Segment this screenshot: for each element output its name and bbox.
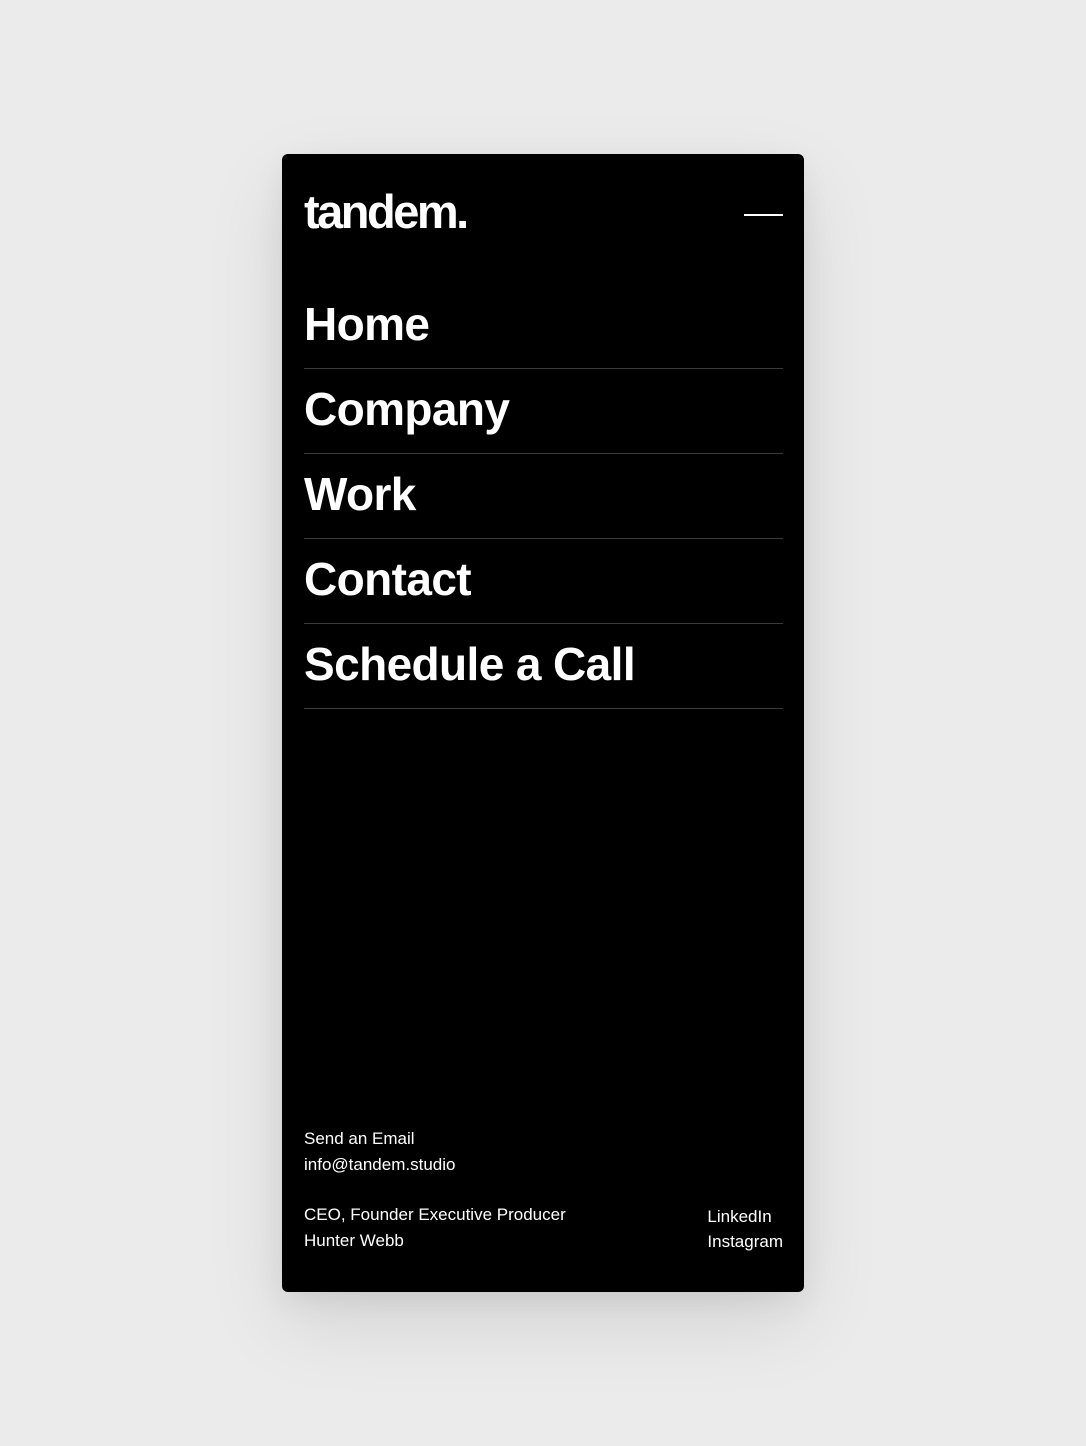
footer-email-block: Send an Email info@tandem.studio	[304, 1126, 455, 1178]
nav-item-work: Work	[304, 454, 783, 539]
credit-role: CEO, Founder Executive Producer	[304, 1205, 566, 1224]
social-links: LinkedIn Instagram	[707, 1204, 783, 1254]
nav-item-home: Home	[304, 284, 783, 369]
nav-link-company[interactable]: Company	[304, 381, 510, 437]
brand-logo[interactable]: tandem.	[304, 184, 469, 240]
nav-link-home[interactable]: Home	[304, 296, 430, 352]
menu-close-icon	[744, 214, 783, 216]
nav-link-work[interactable]: Work	[304, 466, 416, 522]
footer-credit-block: CEO, Founder Executive Producer Hunter W…	[304, 1202, 566, 1254]
menu-toggle-button[interactable]	[744, 204, 784, 228]
email-link[interactable]: info@tandem.studio	[304, 1155, 455, 1174]
nav-link-schedule-call[interactable]: Schedule a Call	[304, 636, 636, 692]
nav-link-contact[interactable]: Contact	[304, 551, 472, 607]
linkedin-link[interactable]: LinkedIn	[707, 1204, 783, 1229]
nav-item-contact: Contact	[304, 539, 783, 624]
email-heading: Send an Email	[304, 1129, 415, 1148]
nav-item-schedule-call: Schedule a Call	[304, 624, 783, 709]
credit-name: Hunter Webb	[304, 1231, 404, 1250]
main-nav: Home Company Work Contact Schedule a Cal…	[304, 284, 783, 709]
nav-item-company: Company	[304, 369, 783, 454]
mobile-menu-panel: tandem. Home Company Work Contact Schedu…	[282, 154, 804, 1292]
instagram-link[interactable]: Instagram	[707, 1229, 783, 1254]
